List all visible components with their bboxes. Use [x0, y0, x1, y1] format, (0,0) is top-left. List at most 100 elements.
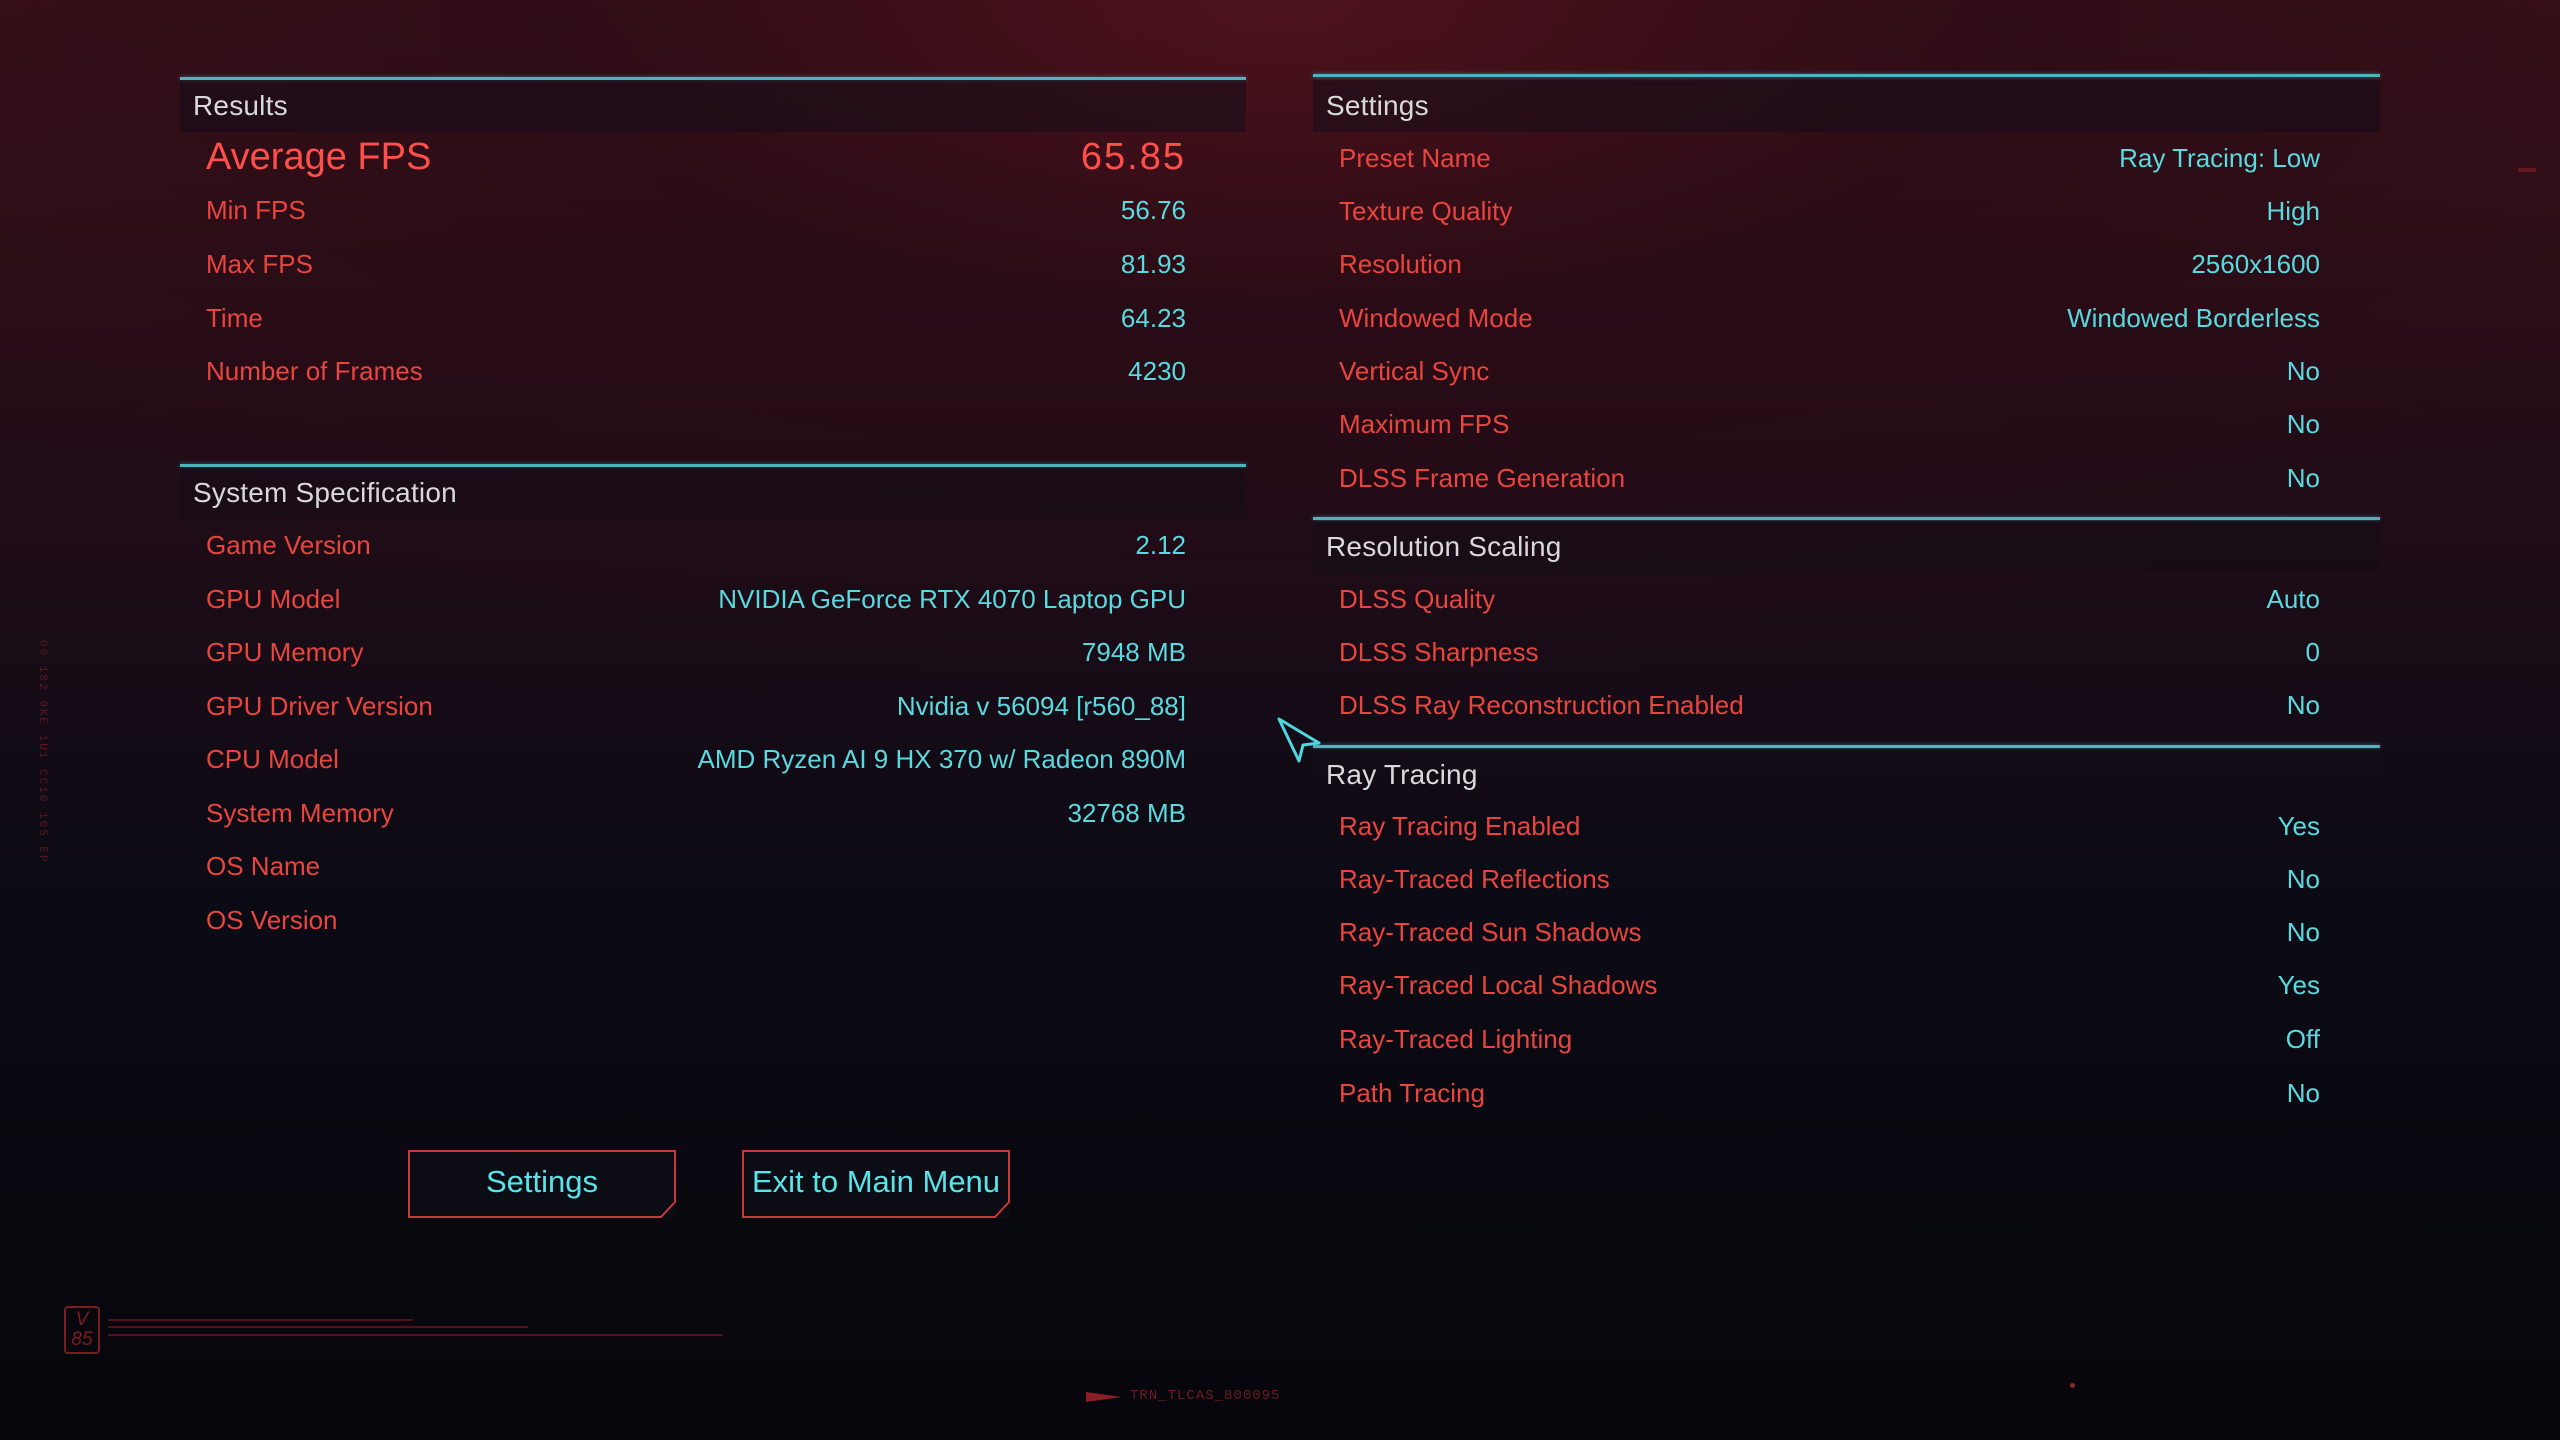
- row-value: Ray Tracing: Low: [2119, 143, 2320, 173]
- row-label: Maximum FPS: [1339, 409, 1510, 439]
- fine-print-line: [108, 1334, 723, 1336]
- spec-row: System Memory 32768 MB: [206, 793, 1186, 833]
- resolution-scaling-divider: [1313, 517, 2380, 520]
- row-label: Ray Tracing Enabled: [1339, 811, 1581, 841]
- settings-button[interactable]: Settings: [408, 1150, 676, 1218]
- spec-row: GPU Memory 7948 MB: [206, 632, 1186, 672]
- ray-tracing-row: Ray-Traced Local Shadows Yes: [1339, 965, 2320, 1005]
- badge-top: V: [75, 1309, 89, 1330]
- row-value: 7948 MB: [1081, 637, 1186, 667]
- build-tag: TRN_TLCAS_800095: [1130, 1388, 1281, 1404]
- results-header: Results: [180, 80, 1246, 132]
- row-value: Nvidia v 56094 [r560_88]: [896, 691, 1186, 721]
- spec-row: OS Version: [206, 900, 1186, 940]
- spec-row: GPU Driver Version Nvidia v 56094 [r560_…: [206, 686, 1186, 726]
- row-label: DLSS Sharpness: [1339, 637, 1539, 667]
- results-row: Number of Frames 4230: [206, 351, 1186, 391]
- row-label: Preset Name: [1339, 143, 1491, 173]
- settings-divider: [1313, 74, 2380, 77]
- settings-row: DLSS Frame Generation No: [1339, 458, 2320, 498]
- spec-row: Game Version 2.12: [206, 525, 1186, 565]
- row-label: OS Version: [206, 905, 338, 935]
- row-label: Texture Quality: [1339, 196, 1513, 226]
- row-value: No: [2286, 356, 2320, 386]
- settings-row: Windowed Mode Windowed Borderless: [1339, 298, 2320, 338]
- ray-tracing-row: Ray-Traced Lighting Off: [1339, 1019, 2320, 1059]
- row-value: No: [2286, 463, 2320, 493]
- row-value: Yes: [2277, 970, 2320, 1000]
- resolution-scaling-row: DLSS Sharpness 0: [1339, 632, 2320, 672]
- row-label: GPU Driver Version: [206, 691, 433, 721]
- row-value: 32768 MB: [1067, 798, 1186, 828]
- ray-tracing-row: Ray-Traced Reflections No: [1339, 859, 2320, 899]
- row-label: Path Tracing: [1339, 1078, 1485, 1108]
- ray-tracing-header: Ray Tracing: [1313, 749, 2380, 801]
- exit-button-label: Exit to Main Menu: [751, 1164, 1001, 1199]
- settings-row: Texture Quality High: [1339, 191, 2320, 231]
- average-fps-label: Average FPS: [206, 136, 432, 178]
- row-label: Resolution: [1339, 249, 1462, 279]
- row-label: Max FPS: [206, 249, 313, 279]
- row-value: No: [2286, 690, 2320, 720]
- row-label: Min FPS: [206, 195, 306, 225]
- decor-dot: [2070, 1383, 2075, 1388]
- row-label: Number of Frames: [206, 356, 423, 386]
- vertical-decor-text: 00 182 9KE 1U1 CC10 105 EP: [36, 640, 48, 864]
- row-value: No: [2286, 409, 2320, 439]
- row-value: Windowed Borderless: [2067, 303, 2320, 333]
- row-label: Ray-Traced Local Shadows: [1339, 970, 1658, 1000]
- settings-row: Vertical Sync No: [1339, 351, 2320, 391]
- average-fps-value: 65.85: [1080, 136, 1186, 178]
- row-label: GPU Memory: [206, 637, 364, 667]
- row-label: Ray-Traced Reflections: [1339, 864, 1610, 894]
- settings-button-label: Settings: [485, 1164, 598, 1199]
- row-label: Vertical Sync: [1339, 356, 1490, 386]
- ray-tracing-divider: [1313, 745, 2380, 748]
- version-badge: V 85: [64, 1306, 100, 1354]
- row-label: DLSS Quality: [1339, 584, 1496, 614]
- fine-print-line: [108, 1326, 528, 1328]
- spec-row: OS Name: [206, 846, 1186, 886]
- ray-tracing-row: Path Tracing No: [1339, 1073, 2320, 1113]
- exit-to-main-menu-button[interactable]: Exit to Main Menu: [742, 1150, 1010, 1218]
- row-label: OS Name: [206, 851, 321, 881]
- row-value: 56.76: [1120, 195, 1186, 225]
- row-value: High: [2266, 196, 2320, 226]
- row-value: 2.12: [1135, 530, 1186, 560]
- row-label: Ray-Traced Lighting: [1339, 1024, 1573, 1054]
- settings-header: Settings: [1313, 80, 2380, 132]
- row-label: DLSS Frame Generation: [1339, 463, 1626, 493]
- row-value: 64.23: [1120, 303, 1186, 333]
- row-value: 0: [2305, 637, 2320, 667]
- ray-tracing-row: Ray Tracing Enabled Yes: [1339, 806, 2320, 846]
- system-spec-header: System Specification: [180, 467, 1246, 519]
- results-row: Time 64.23: [206, 298, 1186, 338]
- row-value: 2560x1600: [2191, 249, 2320, 279]
- resolution-scaling-header: Resolution Scaling: [1313, 521, 2380, 573]
- results-row: Max FPS 81.93: [206, 244, 1186, 284]
- row-value: No: [2286, 864, 2320, 894]
- settings-row: Maximum FPS No: [1339, 404, 2320, 444]
- fine-print-line: [108, 1319, 413, 1321]
- tag-arrow-icon: [1086, 1392, 1122, 1402]
- spec-row: GPU Model NVIDIA GeForce RTX 4070 Laptop…: [206, 579, 1186, 619]
- row-value: No: [2286, 917, 2320, 947]
- badge-bottom: 85: [71, 1329, 93, 1350]
- mouse-cursor-icon: [1277, 717, 1321, 763]
- resolution-scaling-row: DLSS Ray Reconstruction Enabled No: [1339, 685, 2320, 725]
- settings-row: Resolution 2560x1600: [1339, 244, 2320, 284]
- average-fps-row: Average FPS 65.85: [206, 130, 1186, 184]
- row-label: Ray-Traced Sun Shadows: [1339, 917, 1642, 947]
- row-label: Game Version: [206, 530, 371, 560]
- row-label: Time: [206, 303, 263, 333]
- row-value: No: [2286, 1078, 2320, 1108]
- row-label: DLSS Ray Reconstruction Enabled: [1339, 690, 1744, 720]
- resolution-scaling-row: DLSS Quality Auto: [1339, 579, 2320, 619]
- decor-mark: [2518, 168, 2536, 172]
- results-row: Min FPS 56.76: [206, 190, 1186, 230]
- row-label: Windowed Mode: [1339, 303, 1533, 333]
- row-value: 81.93: [1120, 249, 1186, 279]
- ray-tracing-row: Ray-Traced Sun Shadows No: [1339, 912, 2320, 952]
- spec-row: CPU Model AMD Ryzen AI 9 HX 370 w/ Radeo…: [206, 739, 1186, 779]
- row-value: Auto: [2266, 584, 2321, 614]
